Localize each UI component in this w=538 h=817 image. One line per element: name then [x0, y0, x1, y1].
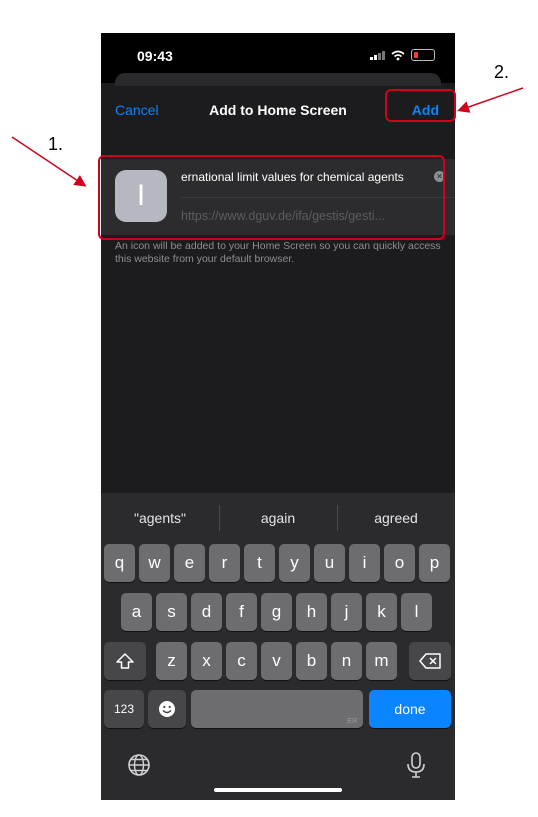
arrow-to-card: [11, 136, 87, 187]
annotation-arrows: [11, 87, 524, 187]
arrow-to-add-button: [457, 87, 524, 113]
